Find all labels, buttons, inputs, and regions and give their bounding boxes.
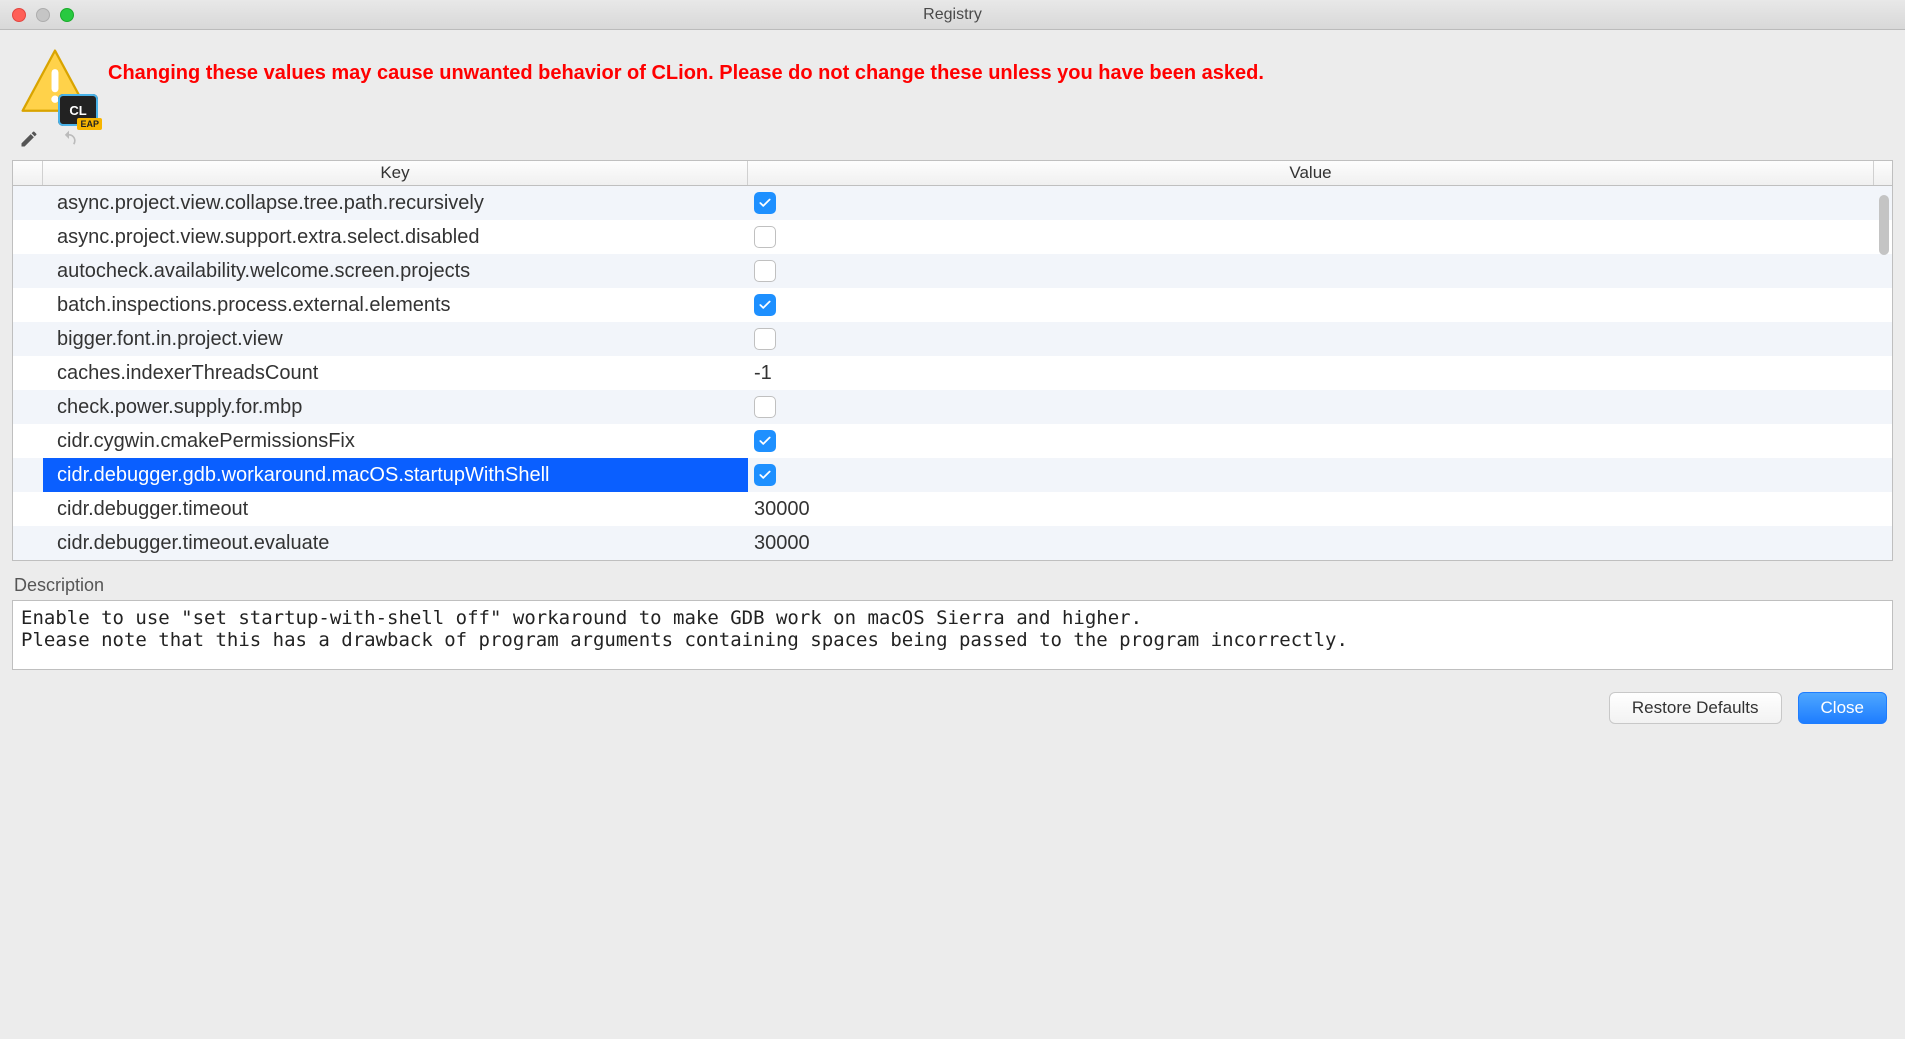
- cell-key[interactable]: cidr.debugger.gdb.workaround.macOS.start…: [43, 458, 748, 492]
- window-title: Registry: [0, 6, 1905, 24]
- warning-text: Changing these values may cause unwanted…: [108, 46, 1264, 86]
- table-row[interactable]: caches.indexerThreadsCount-1: [13, 356, 1892, 390]
- cell-value[interactable]: [748, 186, 1892, 220]
- row-gutter: [13, 254, 43, 288]
- checkbox[interactable]: [754, 260, 776, 282]
- zoom-window-icon[interactable]: [60, 8, 74, 22]
- table-row[interactable]: cidr.debugger.gdb.workaround.macOS.start…: [13, 458, 1892, 492]
- row-gutter: [13, 186, 43, 220]
- registry-table: Key Value async.project.view.collapse.tr…: [12, 160, 1893, 561]
- header: CL EAP Changing these values may cause u…: [0, 30, 1905, 126]
- cell-key[interactable]: async.project.view.collapse.tree.path.re…: [43, 186, 748, 220]
- row-gutter: [13, 288, 43, 322]
- row-gutter: [13, 356, 43, 390]
- checkbox[interactable]: [754, 294, 776, 316]
- cell-value[interactable]: [748, 424, 1892, 458]
- cell-value[interactable]: [748, 390, 1892, 424]
- minimize-window-icon: [36, 8, 50, 22]
- row-gutter: [13, 492, 43, 526]
- checkbox[interactable]: [754, 396, 776, 418]
- cell-value[interactable]: -1: [748, 356, 1892, 390]
- toolbar: [0, 126, 1905, 160]
- table-header-gutter: [13, 161, 43, 185]
- cell-value[interactable]: 30000: [748, 492, 1892, 526]
- cell-key[interactable]: cidr.debugger.timeout.evaluate: [43, 526, 748, 560]
- table-row[interactable]: bigger.font.in.project.view: [13, 322, 1892, 356]
- titlebar: Registry: [0, 0, 1905, 30]
- cell-value[interactable]: [748, 458, 1892, 492]
- row-gutter: [13, 322, 43, 356]
- warning-icon: CL EAP: [18, 46, 92, 120]
- checkbox[interactable]: [754, 430, 776, 452]
- description-text: Enable to use "set startup-with-shell of…: [12, 600, 1893, 670]
- cell-key[interactable]: caches.indexerThreadsCount: [43, 356, 748, 390]
- cell-key[interactable]: autocheck.availability.welcome.screen.pr…: [43, 254, 748, 288]
- product-badge-sub: EAP: [77, 118, 102, 130]
- scrollbar-thumb[interactable]: [1879, 195, 1889, 255]
- table-body: async.project.view.collapse.tree.path.re…: [13, 186, 1892, 560]
- close-window-icon[interactable]: [12, 8, 26, 22]
- table-row[interactable]: async.project.view.support.extra.select.…: [13, 220, 1892, 254]
- cell-value[interactable]: 30000: [748, 526, 1892, 560]
- table-header: Key Value: [13, 161, 1892, 186]
- cell-value[interactable]: [748, 322, 1892, 356]
- edit-button[interactable]: [18, 128, 40, 150]
- window-controls: [0, 8, 74, 22]
- cell-value[interactable]: [748, 288, 1892, 322]
- table-row[interactable]: cidr.debugger.timeout.evaluate30000: [13, 526, 1892, 560]
- table-header-scrollgap: [1874, 161, 1892, 185]
- table-row[interactable]: batch.inspections.process.external.eleme…: [13, 288, 1892, 322]
- cell-value[interactable]: [748, 220, 1892, 254]
- revert-button: [58, 128, 80, 150]
- description-label: Description: [0, 561, 1905, 600]
- table-row[interactable]: autocheck.availability.welcome.screen.pr…: [13, 254, 1892, 288]
- cell-key[interactable]: check.power.supply.for.mbp: [43, 390, 748, 424]
- cell-key[interactable]: cidr.debugger.timeout: [43, 492, 748, 526]
- table-row[interactable]: async.project.view.collapse.tree.path.re…: [13, 186, 1892, 220]
- checkbox[interactable]: [754, 328, 776, 350]
- checkbox[interactable]: [754, 464, 776, 486]
- row-gutter: [13, 390, 43, 424]
- restore-defaults-button[interactable]: Restore Defaults: [1609, 692, 1782, 724]
- footer: Restore Defaults Close: [0, 670, 1905, 742]
- checkbox[interactable]: [754, 226, 776, 248]
- close-button[interactable]: Close: [1798, 692, 1887, 724]
- cell-key[interactable]: async.project.view.support.extra.select.…: [43, 220, 748, 254]
- row-gutter: [13, 526, 43, 560]
- checkbox[interactable]: [754, 192, 776, 214]
- column-value[interactable]: Value: [748, 161, 1874, 185]
- cell-value[interactable]: [748, 254, 1892, 288]
- table-row[interactable]: cidr.cygwin.cmakePermissionsFix: [13, 424, 1892, 458]
- cell-key[interactable]: cidr.cygwin.cmakePermissionsFix: [43, 424, 748, 458]
- table-row[interactable]: cidr.debugger.timeout30000: [13, 492, 1892, 526]
- row-gutter: [13, 458, 43, 492]
- product-badge: CL EAP: [58, 94, 98, 126]
- table-row[interactable]: check.power.supply.for.mbp: [13, 390, 1892, 424]
- product-badge-text: CL: [69, 103, 86, 118]
- cell-key[interactable]: batch.inspections.process.external.eleme…: [43, 288, 748, 322]
- row-gutter: [13, 424, 43, 458]
- row-gutter: [13, 220, 43, 254]
- cell-key[interactable]: bigger.font.in.project.view: [43, 322, 748, 356]
- column-key[interactable]: Key: [43, 161, 748, 185]
